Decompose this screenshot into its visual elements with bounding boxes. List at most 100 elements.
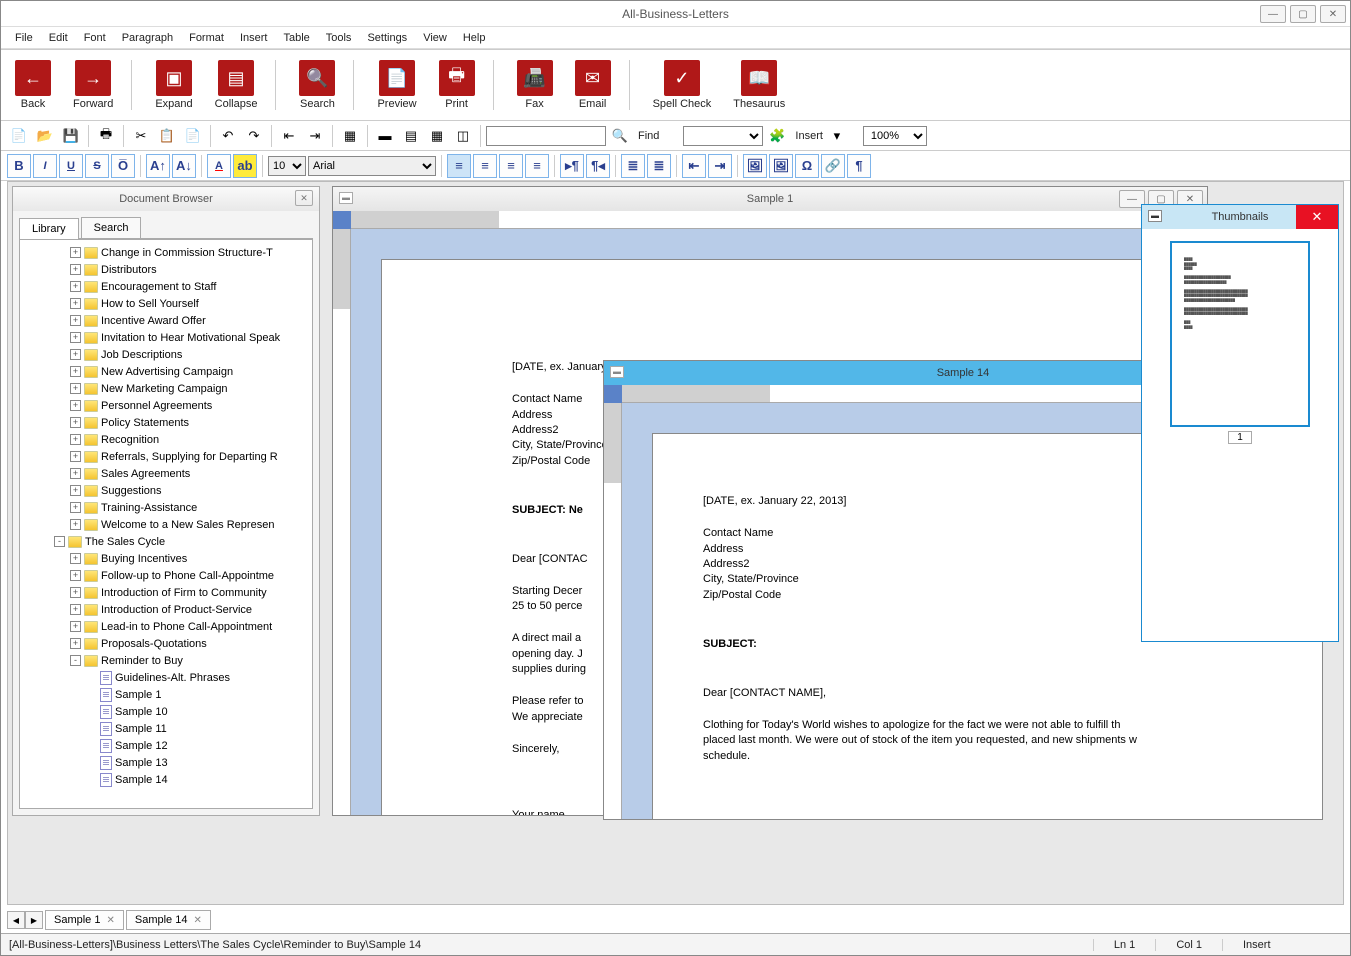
- tree-item[interactable]: +Buying Incentives: [22, 550, 310, 567]
- thesaurus-button[interactable]: 📖Thesaurus: [725, 58, 793, 112]
- tab-search[interactable]: Search: [81, 217, 142, 238]
- panel-close-icon[interactable]: ✕: [295, 190, 313, 206]
- tree-item[interactable]: +Training-Assistance: [22, 499, 310, 516]
- tree-item[interactable]: Sample 13: [22, 754, 310, 771]
- expand-icon[interactable]: +: [70, 553, 81, 564]
- expand-icon[interactable]: +: [70, 485, 81, 496]
- doc-tab-sample1[interactable]: Sample 1✕: [45, 910, 124, 930]
- expand-icon[interactable]: +: [70, 366, 81, 377]
- font-color-button[interactable]: A: [207, 154, 231, 178]
- expand-icon[interactable]: -: [70, 655, 81, 666]
- align-justify-button[interactable]: ≡: [525, 154, 549, 178]
- expand-icon[interactable]: +: [70, 638, 81, 649]
- tree-item[interactable]: +Introduction of Product-Service: [22, 601, 310, 618]
- insert-image-button[interactable]: 🖼: [743, 154, 767, 178]
- tree-item[interactable]: +How to Sell Yourself: [22, 295, 310, 312]
- expand-icon[interactable]: +: [70, 621, 81, 632]
- tree-item[interactable]: +Lead-in to Phone Call-Appointment: [22, 618, 310, 635]
- ltr-button[interactable]: ▸¶: [560, 154, 584, 178]
- redo-icon[interactable]: ↷: [242, 124, 266, 148]
- close-button[interactable]: ✕: [1320, 5, 1346, 23]
- tree-item[interactable]: +Suggestions: [22, 482, 310, 499]
- tree-item[interactable]: +Policy Statements: [22, 414, 310, 431]
- expand-icon[interactable]: +: [70, 264, 81, 275]
- tab-nav-next[interactable]: ▶: [25, 911, 43, 929]
- rtl-button[interactable]: ¶◂: [586, 154, 610, 178]
- expand-icon[interactable]: +: [70, 281, 81, 292]
- bold-button[interactable]: B: [7, 154, 31, 178]
- library-tree[interactable]: +Change in Commission Structure-T+Distri…: [19, 239, 313, 809]
- spellcheck-button[interactable]: ✓Spell Check: [645, 58, 720, 112]
- tree-item[interactable]: Sample 14: [22, 771, 310, 788]
- expand-icon[interactable]: +: [70, 570, 81, 581]
- expand-icon[interactable]: +: [70, 519, 81, 530]
- back-button[interactable]: ←Back: [7, 58, 59, 112]
- align-right-button[interactable]: ≡: [499, 154, 523, 178]
- email-button[interactable]: ✉Email: [567, 58, 619, 112]
- tree-item[interactable]: Guidelines-Alt. Phrases: [22, 669, 310, 686]
- doc-tab-sample14[interactable]: Sample 14✕: [126, 910, 211, 930]
- font-size-select[interactable]: 10: [268, 156, 306, 176]
- bullets-button[interactable]: ≣: [621, 154, 645, 178]
- expand-icon[interactable]: +: [70, 587, 81, 598]
- tree-item[interactable]: +Introduction of Firm to Community: [22, 584, 310, 601]
- menu-settings[interactable]: Settings: [359, 29, 415, 47]
- underline-button[interactable]: U: [59, 154, 83, 178]
- font-grow-button[interactable]: A↑: [146, 154, 170, 178]
- expand-icon[interactable]: +: [70, 315, 81, 326]
- tree-item[interactable]: +New Advertising Campaign: [22, 363, 310, 380]
- tab-close-icon[interactable]: ✕: [106, 915, 114, 926]
- maximize-button[interactable]: ▢: [1290, 5, 1316, 23]
- menu-edit[interactable]: Edit: [41, 29, 76, 47]
- collapse-button[interactable]: ▤Collapse: [207, 58, 266, 112]
- minimize-button[interactable]: —: [1260, 5, 1286, 23]
- outdent-button[interactable]: ⇤: [682, 154, 706, 178]
- view1-icon[interactable]: ▬: [373, 124, 397, 148]
- new-icon[interactable]: 📄: [7, 124, 31, 148]
- numbered-button[interactable]: ≣: [647, 154, 671, 178]
- overline-button[interactable]: O̅: [111, 154, 135, 178]
- expand-icon[interactable]: +: [70, 604, 81, 615]
- tree-item[interactable]: -The Sales Cycle: [22, 533, 310, 550]
- font-family-select[interactable]: Arial: [308, 156, 436, 176]
- table-icon[interactable]: ▦: [338, 124, 362, 148]
- thumbnails-close-button[interactable]: ✕: [1296, 205, 1338, 229]
- search-button[interactable]: 🔍Search: [291, 58, 343, 112]
- align-left-button[interactable]: ≡: [447, 154, 471, 178]
- tree-item[interactable]: +Proposals-Quotations: [22, 635, 310, 652]
- fax-button[interactable]: 📠Fax: [509, 58, 561, 112]
- tree-item[interactable]: +Personnel Agreements: [22, 397, 310, 414]
- tree-item[interactable]: +Encouragement to Staff: [22, 278, 310, 295]
- menu-paragraph[interactable]: Paragraph: [114, 29, 181, 47]
- tree-item[interactable]: +Welcome to a New Sales Represen: [22, 516, 310, 533]
- menu-tools[interactable]: Tools: [318, 29, 360, 47]
- paste-icon[interactable]: 📄: [181, 124, 205, 148]
- expand-icon[interactable]: +: [70, 502, 81, 513]
- open-icon[interactable]: 📂: [33, 124, 57, 148]
- find-icon[interactable]: 🔍: [608, 124, 632, 148]
- insert-icon[interactable]: 🧩: [765, 124, 789, 148]
- tree-item[interactable]: -Reminder to Buy: [22, 652, 310, 669]
- tree-item[interactable]: +Invitation to Hear Motivational Speak: [22, 329, 310, 346]
- tree-item[interactable]: +Distributors: [22, 261, 310, 278]
- expand-icon[interactable]: +: [70, 468, 81, 479]
- link-button[interactable]: 🔗: [821, 154, 845, 178]
- italic-button[interactable]: I: [33, 154, 57, 178]
- tree-item[interactable]: +Sales Agreements: [22, 465, 310, 482]
- tree-item[interactable]: Sample 10: [22, 703, 310, 720]
- expand-icon[interactable]: +: [70, 417, 81, 428]
- expand-icon[interactable]: +: [70, 451, 81, 462]
- view4-icon[interactable]: ◫: [451, 124, 475, 148]
- view3-icon[interactable]: ▦: [425, 124, 449, 148]
- indent-button[interactable]: ⇥: [708, 154, 732, 178]
- expand-icon[interactable]: +: [70, 434, 81, 445]
- menu-insert[interactable]: Insert: [232, 29, 276, 47]
- menu-help[interactable]: Help: [455, 29, 494, 47]
- tree-item[interactable]: +Job Descriptions: [22, 346, 310, 363]
- expand-icon[interactable]: +: [70, 298, 81, 309]
- indent-left-icon[interactable]: ⇤: [277, 124, 301, 148]
- tree-item[interactable]: +Change in Commission Structure-T: [22, 244, 310, 261]
- tab-library[interactable]: Library: [19, 218, 79, 239]
- insert-dropdown[interactable]: [683, 126, 763, 146]
- tab-nav-prev[interactable]: ◀: [7, 911, 25, 929]
